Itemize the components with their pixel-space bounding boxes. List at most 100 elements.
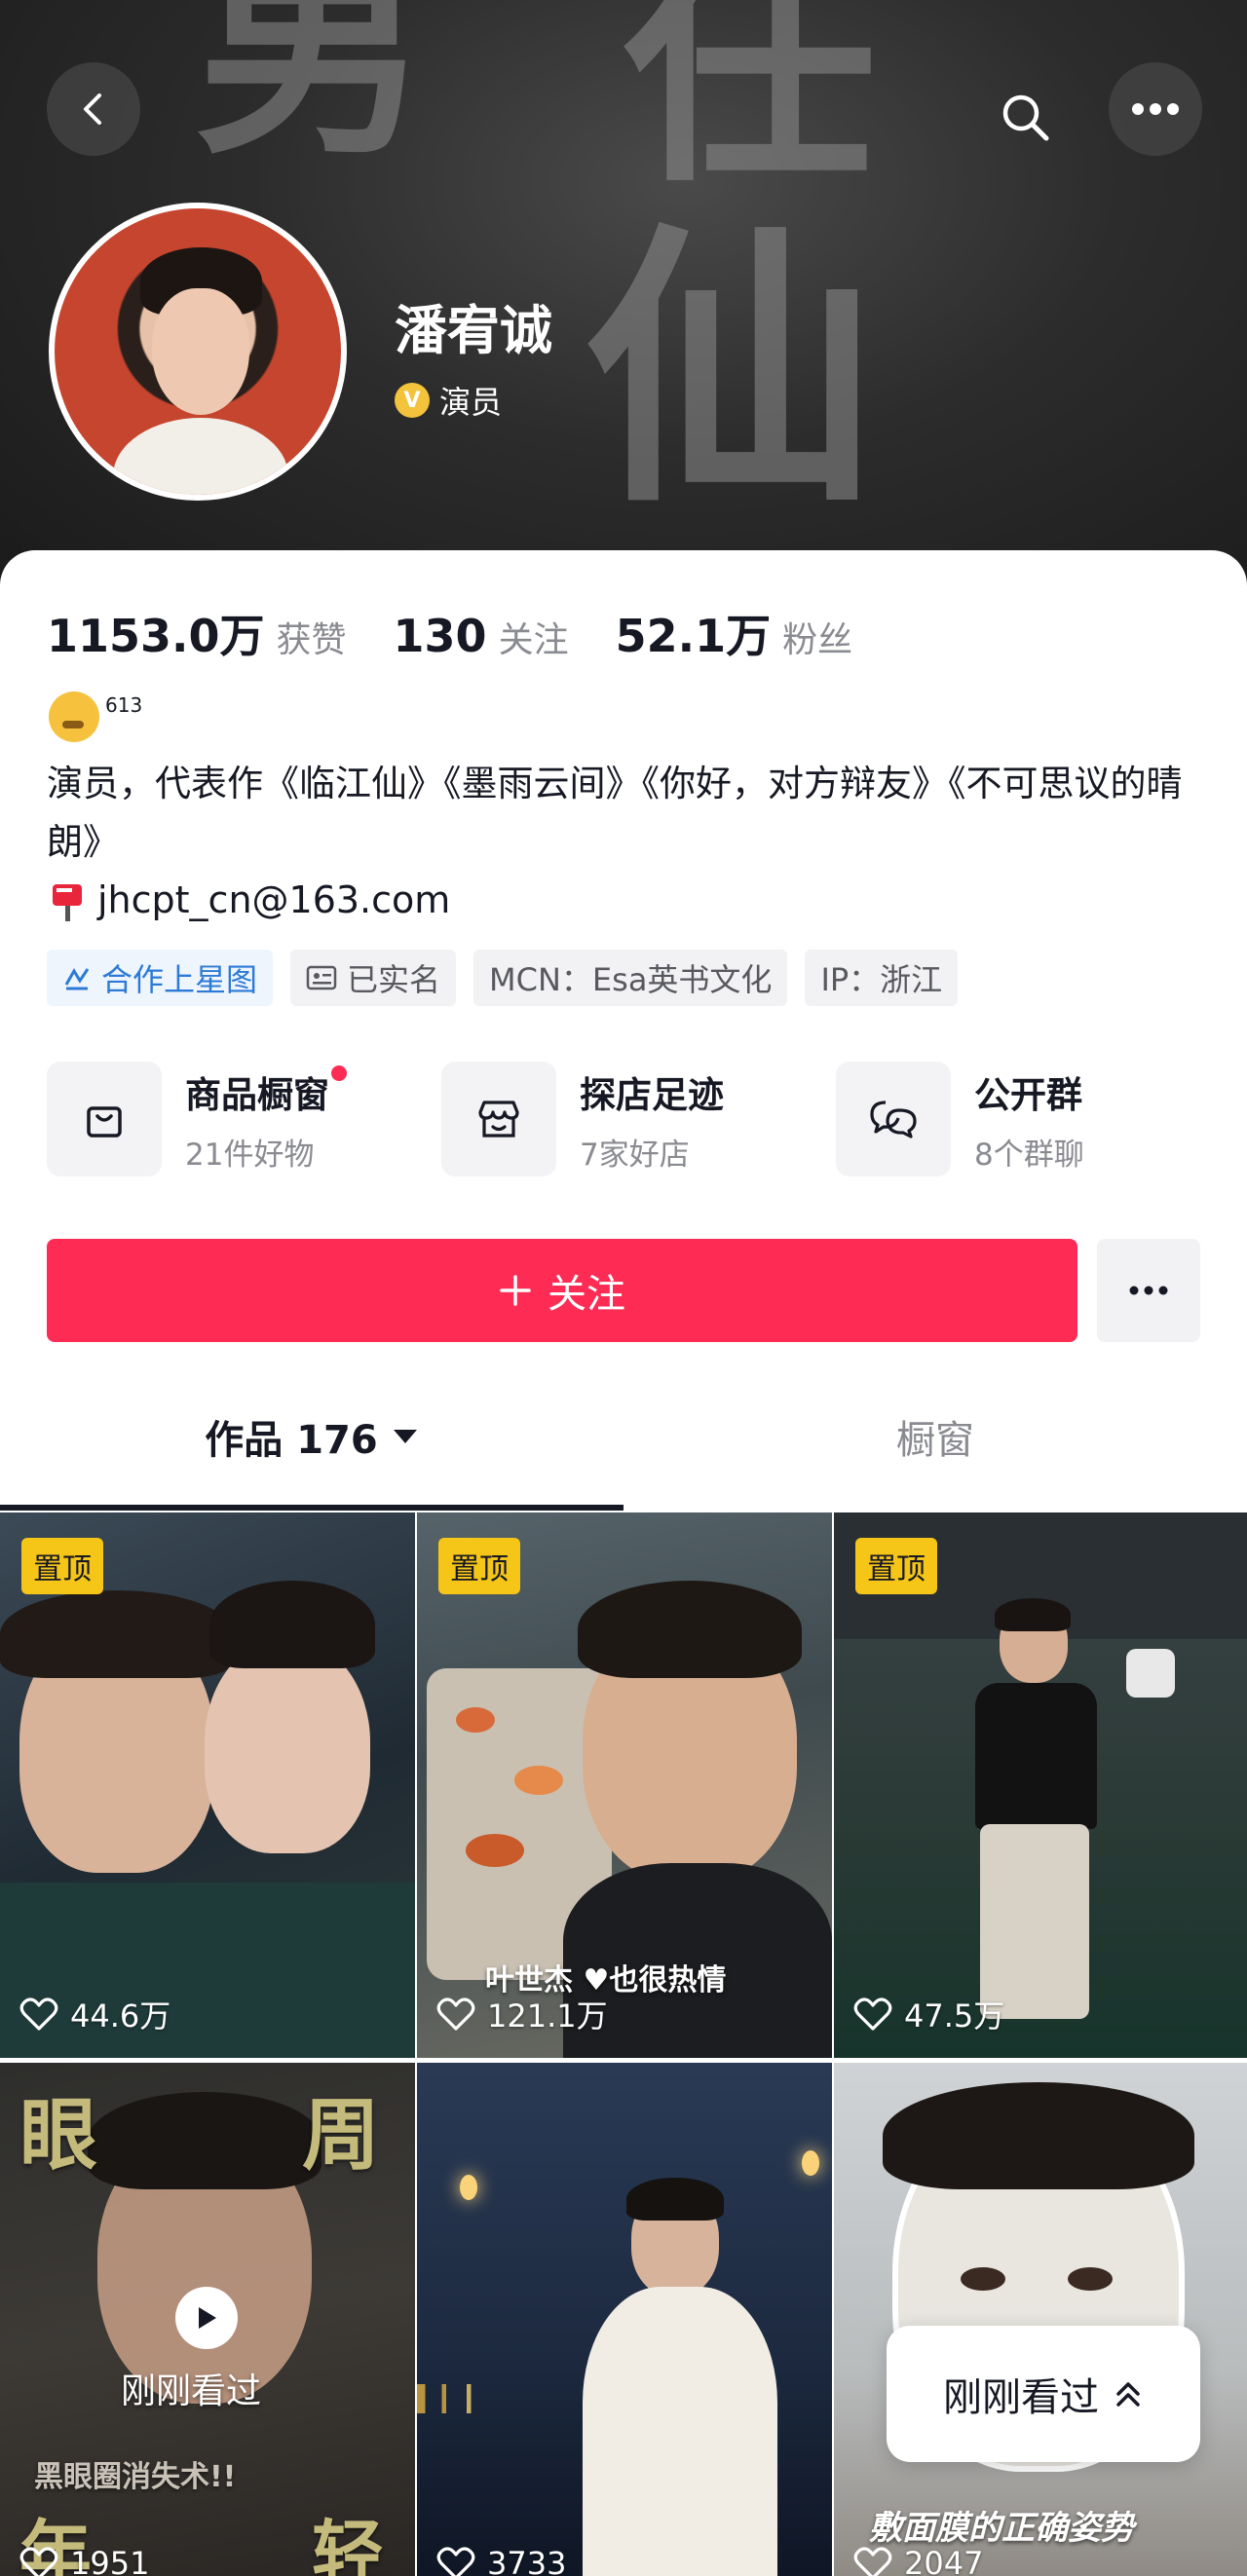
shortcut-store-visits[interactable]: 探店足迹 7家好店 <box>441 1062 836 1176</box>
video-likes-count: 47.5万 <box>904 1997 1005 2035</box>
video-likes-count: 2047 <box>904 2545 984 2576</box>
shortcut-groups-sub: 8个群聊 <box>974 1137 1084 1173</box>
xingtu-icon <box>64 968 90 990</box>
verified-label: V 演员 <box>395 378 502 423</box>
bio-text: 演员，代表作《临江仙》《墨雨云间》《你好，对方辩友》《不可思议的晴朗》 <box>47 763 1183 863</box>
recently-watched-text: 刚刚看过 <box>943 2375 1099 2420</box>
tag-mcn-label: MCN：Esa英书文化 <box>489 961 773 998</box>
email-text[interactable]: jhcpt_cn@163.com <box>97 878 450 921</box>
video-likes: 1951 <box>19 2545 149 2576</box>
video-tile-4[interactable]: 眼 周 刚刚看过 黑眼圈消失术!! 年 轻 1951 <box>0 2063 415 2576</box>
chat-group-icon <box>870 1101 917 1139</box>
emoji-count: 613 <box>105 693 143 717</box>
pinned-badge: 置顶 <box>21 1538 103 1594</box>
play-button[interactable] <box>175 2287 238 2349</box>
verified-title: 演员 <box>439 384 503 421</box>
video-likes: 2047 <box>853 2545 983 2576</box>
video-text-right: 周 <box>302 2089 380 2181</box>
following-label[interactable]: 关注 <box>499 612 569 662</box>
video-likes: 3733 <box>436 2545 566 2576</box>
heart-icon <box>19 1997 58 2031</box>
likes-count: 1153.0万 <box>47 610 265 662</box>
tag-ip: IP：浙江 <box>805 950 959 1006</box>
tag-verified-realname[interactable]: 已实名 <box>290 950 457 1006</box>
recently-watched-label: 刚刚看过 <box>121 2371 262 2411</box>
verified-badge-icon: V <box>395 383 430 418</box>
shortcut-store-title: 探店足迹 <box>580 1073 724 1116</box>
double-chevron-up-icon <box>1116 2382 1140 2407</box>
shortcut-public-groups[interactable]: 公开群 8个群聊 <box>836 1062 1230 1176</box>
caret-down-icon <box>393 1430 417 1443</box>
video-likes-count: 3733 <box>487 2545 567 2576</box>
video-caption: 敷面膜的正确姿势 <box>869 2509 1134 2548</box>
video-text-bottom-right: 轻 <box>312 2513 384 2576</box>
email-row: jhcpt_cn@163.com <box>49 877 450 923</box>
profile-info-card: 1153.0万 获赞 130 关注 52.1万 粉丝 613 演员，代表作《临江… <box>0 550 1247 1505</box>
heart-icon <box>436 2547 475 2576</box>
back-arrow-icon <box>84 93 101 125</box>
shortcut-product-sub: 21件好物 <box>185 1137 315 1173</box>
video-likes-count: 121.1万 <box>487 1997 608 2035</box>
shortcut-groups-title: 公开群 <box>974 1073 1082 1116</box>
plus-icon <box>500 1275 531 1306</box>
shortcut-product-title: 商品橱窗 <box>185 1073 329 1116</box>
tab-showcase[interactable]: 橱窗 <box>624 1373 1247 1500</box>
shortcut-store-sub: 7家好店 <box>580 1137 690 1173</box>
tab-showcase-label: 橱窗 <box>896 1418 974 1463</box>
followers-count[interactable]: 52.1万 <box>616 601 772 665</box>
video-tile-5[interactable]: 3733 <box>417 2063 832 2576</box>
emoji-reaction: 613 <box>49 691 142 742</box>
video-likes: 121.1万 <box>436 1992 608 2036</box>
follow-button[interactable]: 关注 <box>47 1239 1077 1342</box>
tag-mcn[interactable]: MCN：Esa英书文化 <box>473 950 788 1006</box>
follow-label: 关注 <box>548 1272 625 1317</box>
profile-name: 潘宥诚 <box>395 300 552 361</box>
store-icon <box>478 1101 519 1138</box>
active-tab-indicator <box>0 1505 624 1511</box>
search-icon <box>1002 94 1049 141</box>
video-tile-6[interactable]: 敷面膜的正确姿势 2047 <box>834 2063 1247 2576</box>
avatar[interactable] <box>49 203 347 501</box>
video-text-left: 眼 <box>19 2089 97 2181</box>
more-options-button[interactable] <box>1109 62 1202 156</box>
shush-emoji-icon <box>49 691 99 742</box>
search-button[interactable] <box>994 86 1056 148</box>
shortcut-product-showcase[interactable]: 商品橱窗 21件好物 <box>47 1062 441 1176</box>
stats-row: 1153.0万 获赞 130 关注 52.1万 粉丝 <box>47 601 899 665</box>
video-likes-count: 1951 <box>70 2545 150 2576</box>
tab-works[interactable]: 作品 176 <box>0 1373 624 1500</box>
shopping-bag-icon <box>87 1106 122 1138</box>
video-likes: 47.5万 <box>853 1992 1004 2036</box>
tag-ip-label: IP：浙江 <box>820 961 943 998</box>
likes-label: 获赞 <box>276 620 347 660</box>
heart-icon <box>19 2547 58 2576</box>
content-tabs: 作品 176 橱窗 <box>0 1373 1247 1505</box>
followers-label[interactable]: 粉丝 <box>782 612 852 662</box>
following-count[interactable]: 130 <box>394 610 487 662</box>
video-tile-2[interactable]: 置顶 叶世杰 ♥也很热情 121.1万 <box>417 1512 832 2058</box>
heart-icon <box>436 1997 475 2031</box>
tag-realname-label: 已实名 <box>347 961 441 998</box>
banner-calligraphy-3: 仙 <box>585 198 877 541</box>
video-caption: 黑眼圈消失术!! <box>34 2460 237 2494</box>
notification-dot <box>331 1064 347 1081</box>
follow-more-button[interactable] <box>1097 1239 1200 1342</box>
tag-xingtu[interactable]: 合作上星图 <box>47 950 274 1006</box>
video-likes: 44.6万 <box>19 1992 170 2036</box>
heart-icon <box>853 1997 892 2031</box>
video-tile-1[interactable]: 置顶 44.6万 <box>0 1512 415 2058</box>
video-tile-3[interactable]: 置顶 47.5万 <box>834 1512 1247 2058</box>
tab-works-label: 作品 176 <box>205 1418 378 1463</box>
id-card-icon <box>306 965 337 990</box>
more-dots-icon <box>1129 1286 1168 1295</box>
pinned-badge: 置顶 <box>438 1538 520 1594</box>
heart-icon <box>853 2547 892 2576</box>
play-icon <box>199 2307 216 2329</box>
pinned-badge: 置顶 <box>855 1538 937 1594</box>
tags-row: 合作上星图 已实名 MCN：Esa英书文化 IP：浙江 <box>47 950 959 1006</box>
banner-calligraphy-1: 男 <box>195 0 430 186</box>
shortcuts-row: 商品橱窗 21件好物 探店足迹 7家好店 公开群 8个群聊 <box>47 1062 1230 1176</box>
video-likes-count: 44.6万 <box>70 1997 171 2035</box>
back-button[interactable] <box>47 62 140 156</box>
recently-watched-button[interactable]: 刚刚看过 <box>887 2326 1200 2462</box>
